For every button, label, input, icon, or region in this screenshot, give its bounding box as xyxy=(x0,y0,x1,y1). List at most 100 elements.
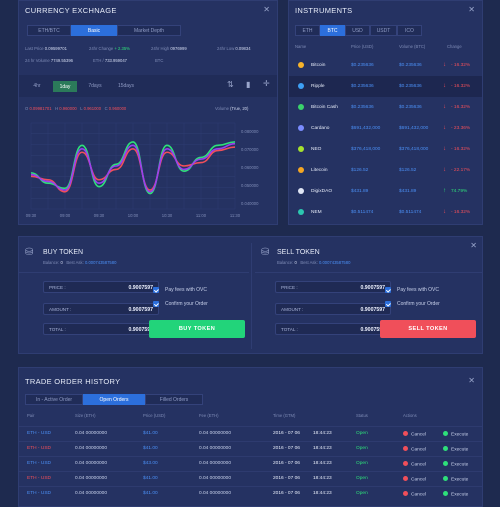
instrument-name: Bitcoin xyxy=(311,63,326,68)
instrument-price: $376,418,000 xyxy=(351,147,381,152)
instrument-row[interactable]: Bitcoin $0.235636 $0.235636 ↓ - 16.32% xyxy=(289,55,482,76)
stat-label: 24hr Change xyxy=(89,46,114,51)
buy-token-button[interactable]: BUY TOKEN xyxy=(149,320,245,338)
order-size: 0.04 00000000 xyxy=(75,461,108,466)
instrument-change: - 16.32% xyxy=(451,105,471,110)
close-icon[interactable]: ✕ xyxy=(468,5,475,14)
open-value: 0.09981701 xyxy=(29,106,52,111)
cancel-button[interactable]: Cancel xyxy=(403,446,426,453)
instrument-name: Litecoin xyxy=(311,168,328,173)
order-price: $41.00 xyxy=(143,446,158,451)
order-fee: 0.04 00000000 xyxy=(199,491,232,496)
volume-indicator: Volume (True, 20) xyxy=(215,106,248,111)
cancel-button[interactable]: Cancel xyxy=(403,461,426,468)
bar-chart-icon[interactable]: ▮ xyxy=(246,80,250,89)
sell-token-button[interactable]: SELL TOKEN xyxy=(380,320,476,338)
change-arrow-icon: ↓ xyxy=(443,125,446,131)
best-ask-value: 0.000743587580 xyxy=(318,260,351,265)
instrument-row[interactable]: Ripple $0.235636 $0.235636 ↓ - 16.32% xyxy=(289,76,482,97)
high-value: 0.960000 xyxy=(59,106,77,111)
y-tick-label: 0.070000 xyxy=(241,147,259,152)
tab-inactive-orders[interactable]: In - Active Order xyxy=(25,394,83,405)
execute-label: Execute xyxy=(451,477,469,483)
order-row: ETH - USD 0.04 00000000 $41.00 0.04 0000000… xyxy=(19,426,482,440)
low-value: 0.09834 xyxy=(235,46,251,51)
coin-icon xyxy=(298,104,304,110)
instrument-name: DigixDAO xyxy=(311,189,333,194)
order-size: 0.04 00000000 xyxy=(75,476,108,481)
col-time: Time (GTM) xyxy=(273,413,296,418)
instrument-price: $431.89 xyxy=(351,189,369,194)
execute-button[interactable]: Execute xyxy=(443,461,468,468)
execute-icon xyxy=(443,461,448,466)
instrument-row[interactable]: Bitcoin Cash $0.235636 $0.235636 ↓ - 16.32% xyxy=(289,97,482,118)
buy-amount-field[interactable]: AMOUNT : 0.9007597 xyxy=(43,303,159,315)
range-15days[interactable]: 15days xyxy=(111,81,141,92)
instruments-title: INSTRUMENTS xyxy=(295,6,353,15)
open-label: O xyxy=(25,106,29,111)
price-label: PRICE : xyxy=(281,285,298,290)
buy-token-section: ⛁ BUY TOKEN Balance: 0 Best Ask: 0.00074… xyxy=(19,237,249,353)
order-time: 18:44:23 xyxy=(313,491,332,496)
col-actions: Actions xyxy=(403,413,417,418)
sell-total-field[interactable]: TOTAL : 0.9007597 xyxy=(275,323,391,335)
close-icon[interactable]: ✕ xyxy=(470,241,477,250)
change-arrow-icon: ↓ xyxy=(443,83,446,89)
tab-open-orders[interactable]: Open Orders xyxy=(83,394,145,405)
sell-price-field[interactable]: PRICE : 0.9007597 xyxy=(275,281,391,293)
instrument-row[interactable]: DigixDAO $431.89 $431.89 ↑ 74.79% xyxy=(289,181,482,202)
tab-basic[interactable]: Basic xyxy=(71,25,117,36)
instrument-row[interactable]: Cardano $691,432,000 $691,432,000 ↓ - 23.36% xyxy=(289,118,482,139)
sell-amount-field[interactable]: AMOUNT : 0.9007597 xyxy=(275,303,391,315)
range-4hr[interactable]: 4hr xyxy=(25,81,49,92)
confirm-order-checkbox[interactable] xyxy=(385,301,391,307)
cancel-button[interactable]: Cancel xyxy=(403,431,426,438)
cancel-button[interactable]: Cancel xyxy=(403,476,426,483)
cancel-button[interactable]: Cancel xyxy=(403,491,426,498)
cancel-icon xyxy=(403,491,408,496)
cancel-label: Cancel xyxy=(411,447,426,453)
tab-usdt[interactable]: USDT xyxy=(370,25,397,36)
instrument-row[interactable]: Litecoin $126.52 $126.52 ↓ - 22.17% xyxy=(289,160,482,181)
buy-price-field[interactable]: PRICE : 0.9007597 xyxy=(43,281,159,293)
change-arrow-icon: ↓ xyxy=(443,104,446,110)
buy-total-field[interactable]: TOTAL : 0.9007597 xyxy=(43,323,159,335)
price-chart[interactable]: 0.080000 0.070000 0.060000 0.050000 0.040000… xyxy=(25,117,275,221)
col-change: Change xyxy=(447,44,462,49)
execute-button[interactable]: Execute xyxy=(443,491,468,498)
order-pair: ETH - USD xyxy=(27,476,51,481)
confirm-order-checkbox[interactable] xyxy=(153,301,159,307)
instrument-row[interactable]: NEO $376,418,000 $376,418,000 ↓ - 16.32% xyxy=(289,139,482,160)
range-1day[interactable]: 1day xyxy=(53,81,77,92)
col-price: Price (USD) xyxy=(351,44,374,49)
tab-eth[interactable]: ETH xyxy=(295,25,320,36)
close-icon[interactable]: ✕ xyxy=(263,5,270,14)
tab-btc[interactable]: BTC xyxy=(320,25,345,36)
instrument-row[interactable]: NEM $0.511474 $0.511474 ↓ - 16.32% xyxy=(289,202,482,223)
order-status: Open xyxy=(356,476,368,481)
crosshair-icon[interactable]: ✛ xyxy=(263,79,270,88)
execute-button[interactable]: Execute xyxy=(443,476,468,483)
pay-fees-checkbox[interactable] xyxy=(385,287,391,293)
order-row: ETH - USD 0.04 00000000 $41.00 0.04 0000000… xyxy=(19,471,482,485)
range-7days[interactable]: 7days xyxy=(81,81,109,92)
volume-setting: (True, 20) xyxy=(230,106,249,111)
pay-fees-checkbox[interactable] xyxy=(153,287,159,293)
order-pair: ETH - USD xyxy=(27,491,51,496)
close-label: C xyxy=(104,106,108,111)
tab-pair[interactable]: ETH/BTC xyxy=(27,25,71,36)
order-date: 2016 - 07 06 xyxy=(273,461,300,466)
tab-filled-orders[interactable]: Filled Orders xyxy=(145,394,203,405)
tab-ico[interactable]: ICO xyxy=(397,25,422,36)
execute-button[interactable]: Execute xyxy=(443,446,468,453)
cancel-icon xyxy=(403,446,408,451)
vertical-divider xyxy=(251,243,252,349)
tab-usd[interactable]: USD xyxy=(345,25,370,36)
execute-button[interactable]: Execute xyxy=(443,431,468,438)
close-icon[interactable]: ✕ xyxy=(468,376,475,385)
tab-market-depth[interactable]: Market Depth xyxy=(117,25,181,36)
low-label: L xyxy=(80,106,83,111)
sliders-icon[interactable]: ⇅ xyxy=(227,80,234,89)
instrument-price: $691,432,000 xyxy=(351,126,381,131)
order-status: Open xyxy=(356,461,368,466)
